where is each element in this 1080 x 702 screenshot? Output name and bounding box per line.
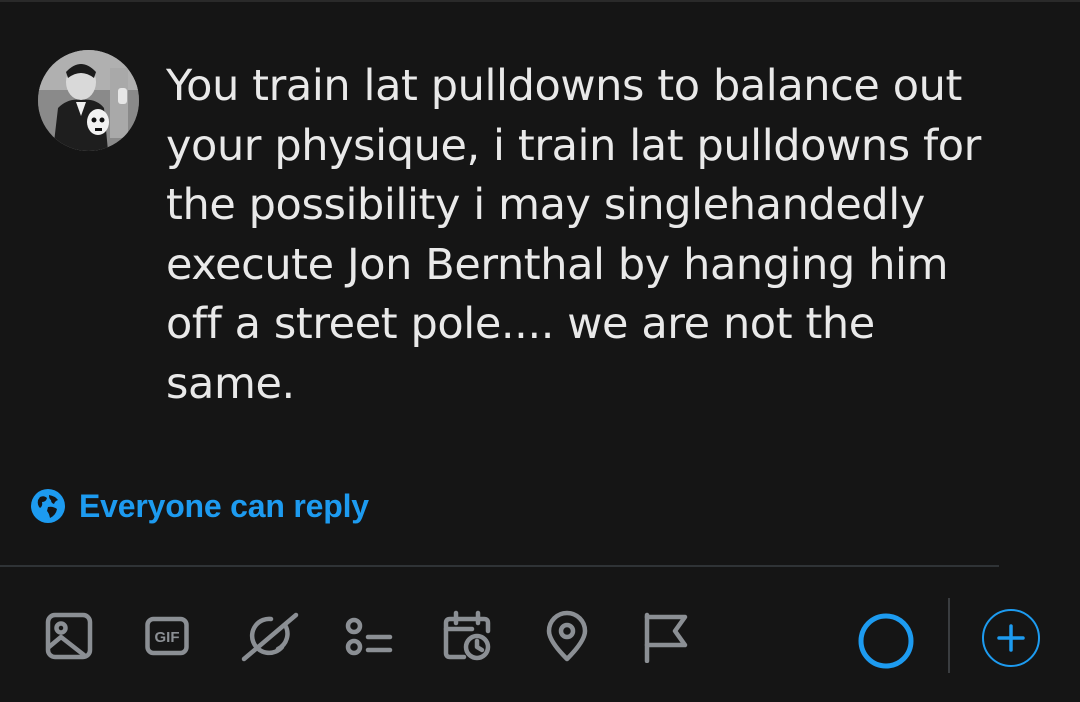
reply-setting-label: Everyone can reply [79, 487, 369, 524]
gif-icon[interactable]: GIF [145, 609, 189, 663]
add-post-button[interactable] [981, 608, 1041, 668]
globe-icon [31, 489, 65, 523]
poll-icon[interactable] [342, 609, 394, 663]
divider [0, 565, 999, 567]
image-icon[interactable] [44, 609, 94, 663]
flag-icon[interactable] [641, 609, 691, 663]
grok-icon[interactable] [238, 609, 300, 663]
character-count-ring [857, 612, 915, 670]
top-border [0, 0, 1080, 2]
avatar[interactable] [38, 50, 139, 151]
tweet-text-field[interactable]: You train lat pulldowns to balance out y… [166, 57, 1061, 414]
reply-setting-button[interactable]: Everyone can reply [30, 486, 369, 526]
location-icon[interactable] [545, 609, 589, 663]
schedule-icon[interactable] [442, 609, 494, 663]
plus-icon [982, 609, 1040, 667]
gif-label: GIF [155, 629, 180, 646]
toolbar-separator [948, 598, 950, 673]
